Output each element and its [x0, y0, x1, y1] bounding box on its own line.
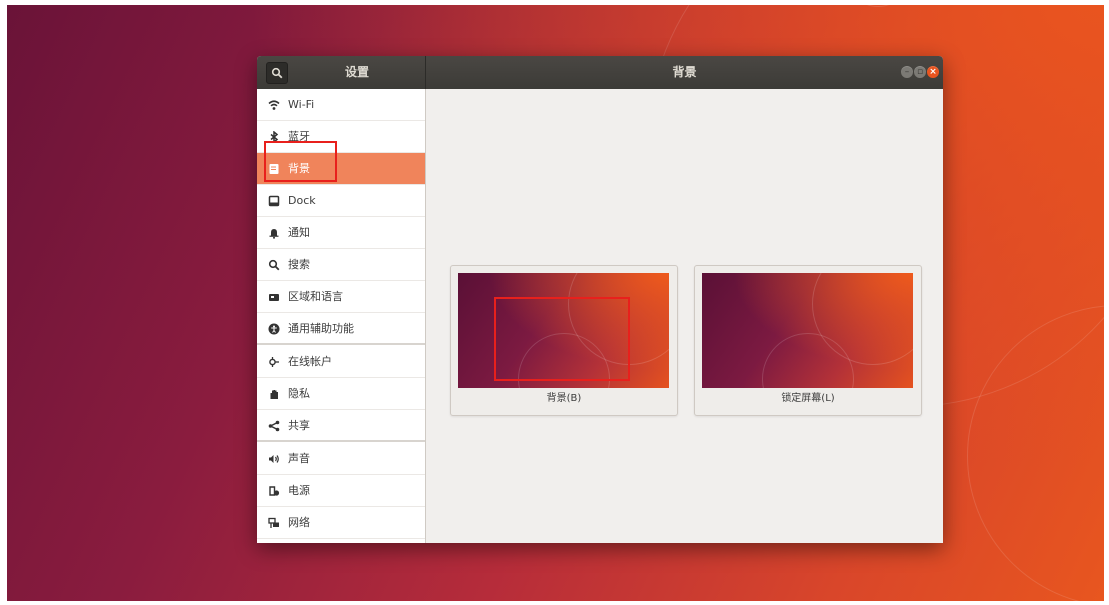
background-card[interactable]: 背景(B)	[450, 265, 678, 416]
background-thumbnail	[458, 273, 669, 388]
maximize-button[interactable]: ▫	[914, 66, 926, 78]
sidebar-item-label: 背景	[288, 162, 310, 175]
sidebar-item-search[interactable]: 搜索	[257, 249, 425, 281]
wifi-icon	[268, 100, 280, 110]
sidebar-item-partial[interactable]: ›	[257, 539, 425, 543]
sidebar-item-label: 电源	[288, 484, 310, 497]
sidebar-item-label: 蓝牙	[288, 130, 310, 143]
accessibility-icon	[268, 323, 280, 335]
sidebar-item-label: 共享	[288, 419, 310, 432]
search-icon	[268, 259, 280, 271]
sidebar-item-online-accounts[interactable]: 在线帐户	[257, 346, 425, 378]
online-accounts-icon	[269, 357, 279, 367]
power-icon	[269, 486, 280, 496]
close-button[interactable]: ×	[927, 66, 939, 78]
sidebar-item-sharing[interactable]: 共享	[257, 410, 425, 442]
sidebar-item-sound[interactable]: 声音	[257, 443, 425, 475]
search-button[interactable]	[266, 62, 288, 84]
sidebar-item-background[interactable]: 背景	[257, 153, 425, 185]
hand-icon	[270, 390, 278, 399]
sidebar-item-label: 区域和语言	[288, 290, 343, 303]
speaker-icon	[269, 455, 279, 463]
flag-icon	[269, 294, 279, 301]
bluetooth-icon	[270, 131, 279, 143]
bell-icon	[269, 229, 279, 239]
sidebar-item-label: 网络	[288, 516, 310, 529]
minimize-button[interactable]: –	[901, 66, 913, 78]
sidebar-item-dock[interactable]: Dock	[257, 185, 425, 217]
sidebar-item-label: Dock	[288, 194, 316, 207]
search-icon	[271, 67, 283, 79]
sidebar-item-label: 声音	[288, 452, 310, 465]
lock-screen-thumbnail	[702, 273, 913, 388]
sidebar-item-label: Wi-Fi	[288, 98, 315, 111]
sidebar-item-accessibility[interactable]: 通用辅助功能	[257, 313, 425, 345]
sidebar-item-notifications[interactable]: 通知	[257, 217, 425, 249]
share-icon	[268, 420, 280, 432]
sidebar-item-label: 通知	[288, 226, 310, 239]
sidebar-item-label: 通用辅助功能	[288, 322, 354, 335]
sidebar-item-label: 搜索	[288, 258, 310, 271]
maximize-icon: ▫	[916, 67, 924, 77]
background-panel: 背景(B) 锁定屏幕(L)	[426, 89, 943, 543]
title-bar: 设置 背景 – ▫ ×	[257, 56, 943, 89]
sidebar-item-power[interactable]: 电源	[257, 475, 425, 507]
dock-icon	[268, 195, 280, 207]
sidebar-item-region-language[interactable]: 区域和语言	[257, 281, 425, 313]
background-card-label: 背景(B)	[546, 393, 582, 404]
network-icon	[268, 517, 279, 528]
sidebar-header: 设置	[257, 56, 426, 89]
sidebar-item-wifi[interactable]: Wi-Fi	[257, 89, 425, 121]
sidebar-item-privacy[interactable]: 隐私	[257, 378, 425, 410]
desktop-wallpaper: 设置 背景 – ▫ × Wi-Fi 蓝牙 背景 Dock 通知 搜索 区域和语言…	[7, 5, 1104, 601]
settings-window: 设置 背景 – ▫ × Wi-Fi 蓝牙 背景 Dock 通知 搜索 区域和语言…	[257, 56, 943, 543]
background-icon	[269, 164, 279, 174]
sidebar-item-label: 隐私	[288, 387, 310, 400]
lock-screen-card[interactable]: 锁定屏幕(L)	[694, 265, 922, 416]
sidebar-item-bluetooth[interactable]: 蓝牙	[257, 121, 425, 153]
sidebar-item-label: 在线帐户	[288, 355, 332, 368]
minimize-icon: –	[904, 67, 910, 77]
page-title: 背景	[672, 65, 697, 79]
lock-screen-card-label: 锁定屏幕(L)	[781, 393, 835, 404]
sidebar: Wi-Fi 蓝牙 背景 Dock 通知 搜索 区域和语言 通用辅助功能 在线帐户…	[257, 89, 426, 543]
close-icon: ×	[929, 67, 937, 77]
sidebar-item-network[interactable]: 网络	[257, 507, 425, 539]
sidebar-title: 设置	[344, 65, 369, 79]
